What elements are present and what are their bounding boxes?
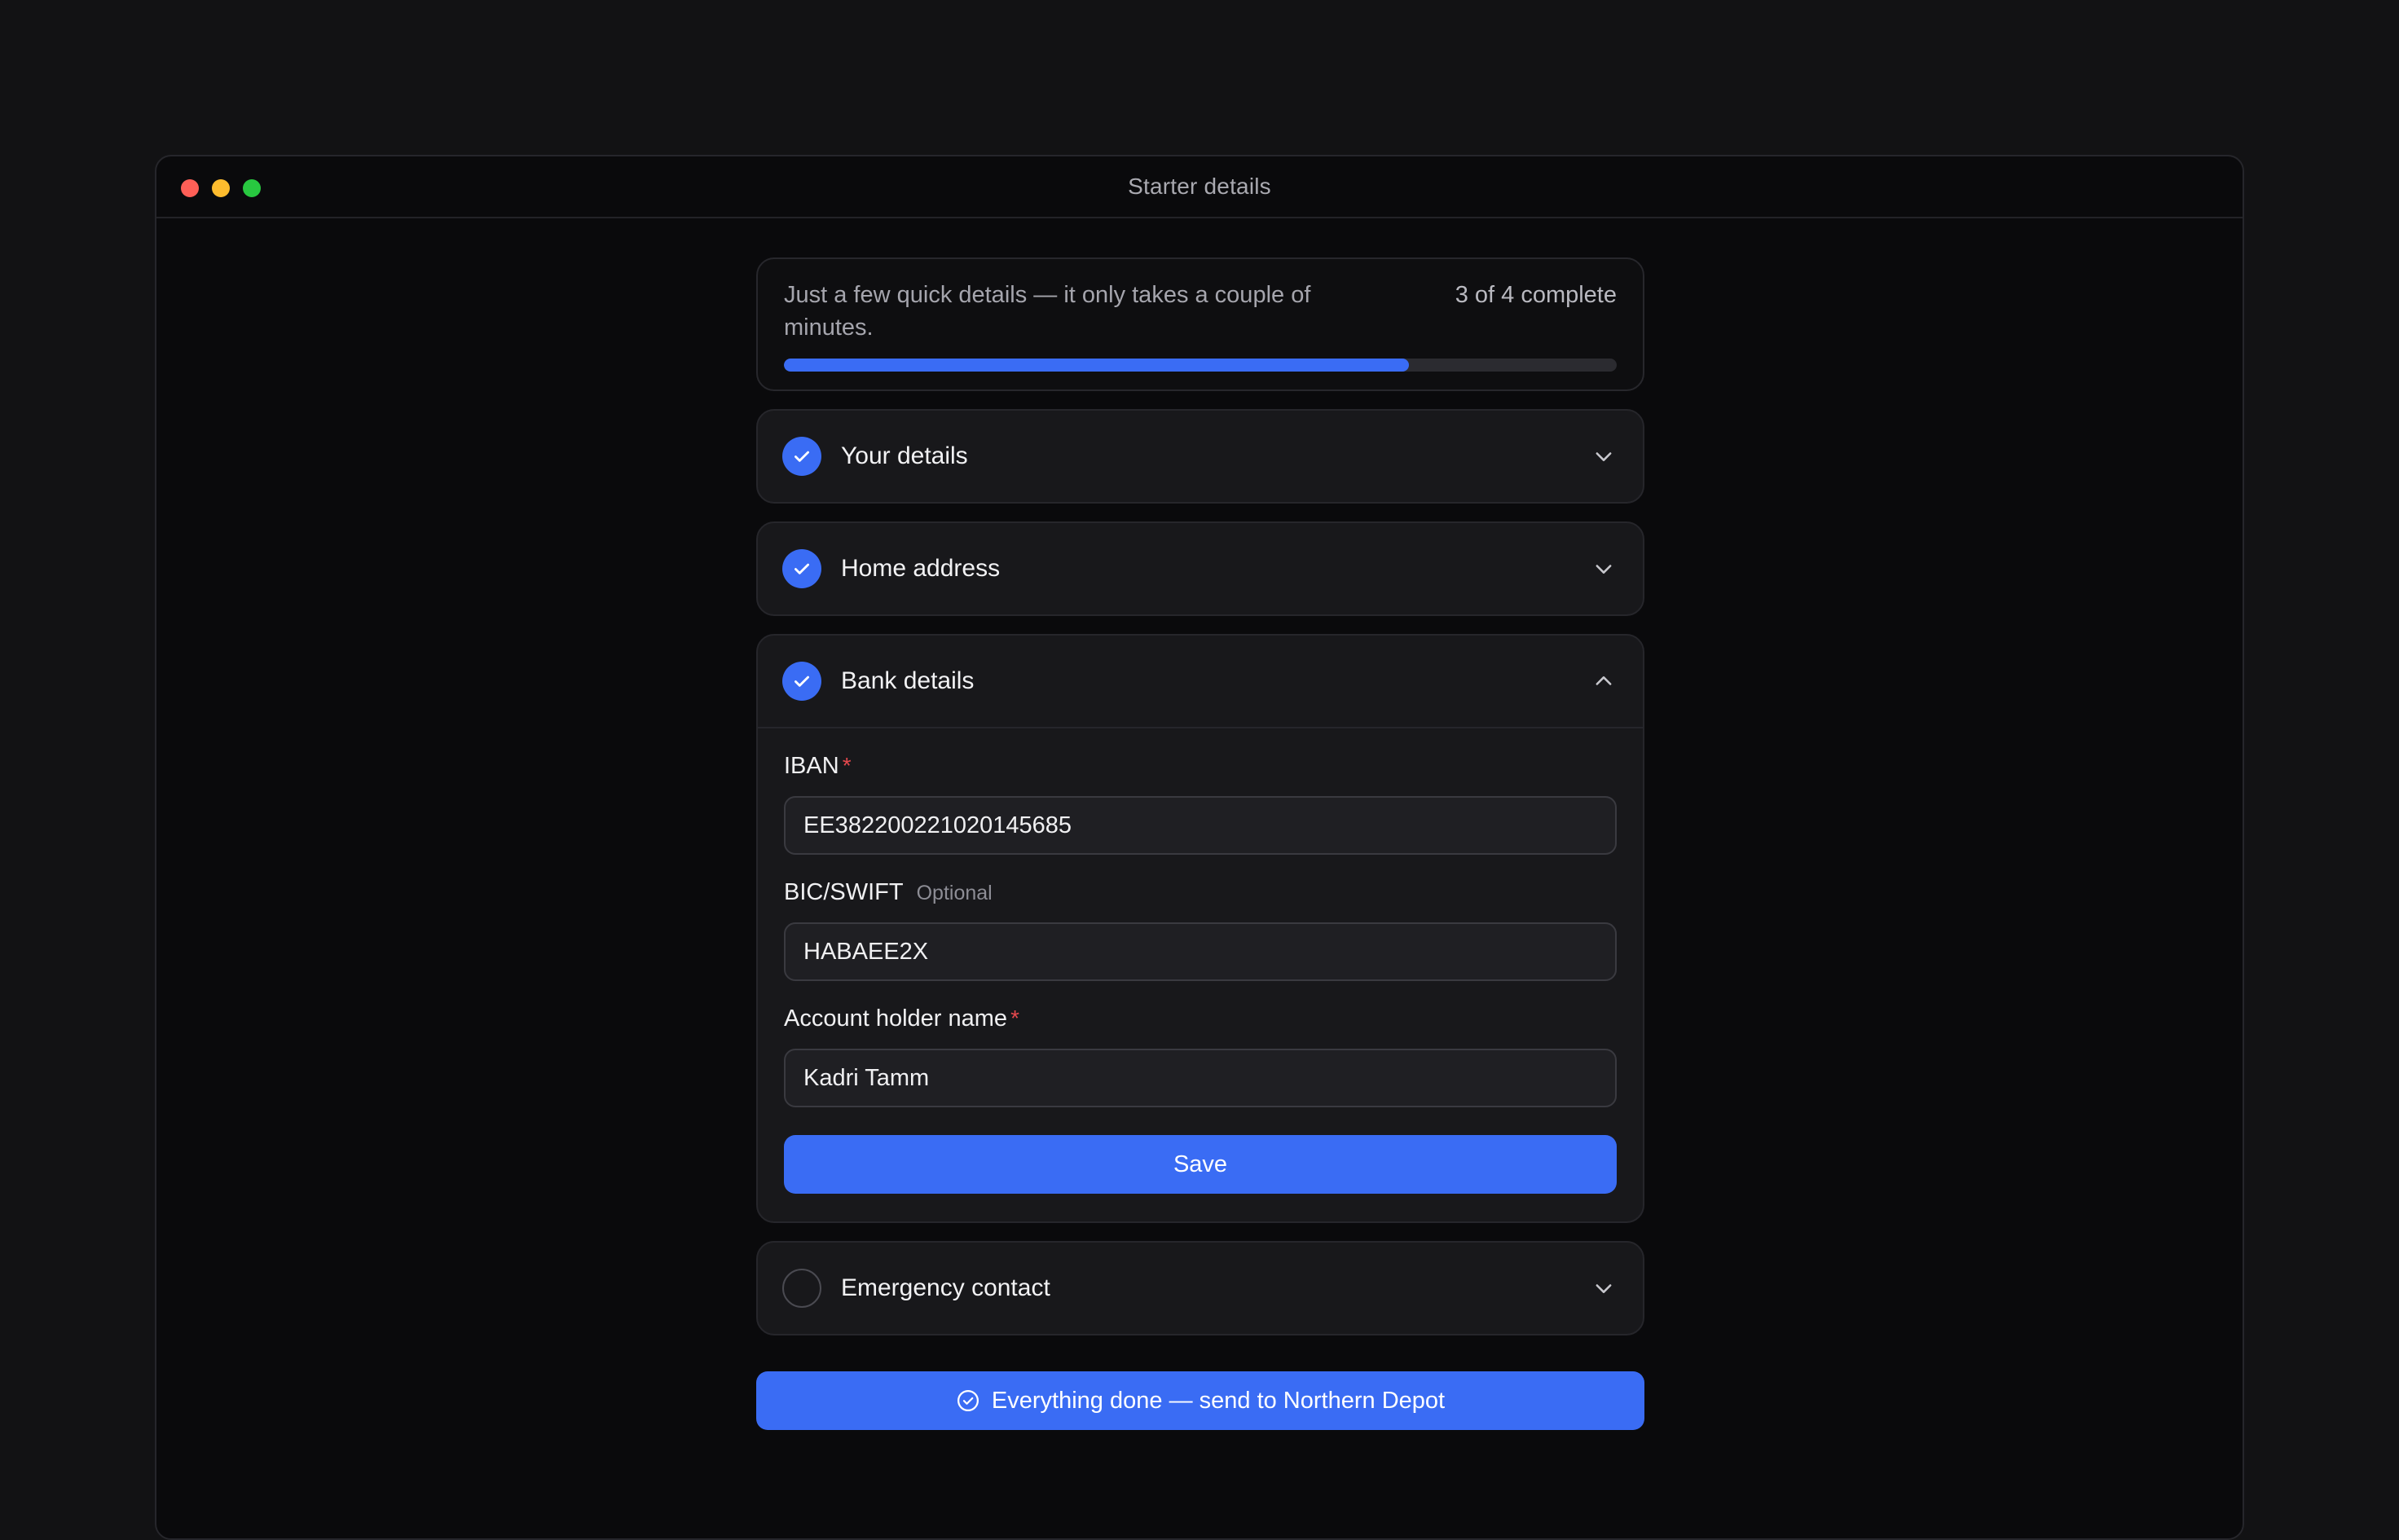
section-title: Bank details xyxy=(841,667,975,694)
section-title: Your details xyxy=(841,442,968,469)
section-header-home-address[interactable]: Home address xyxy=(758,523,1643,614)
progress-bar xyxy=(784,359,1617,372)
check-icon xyxy=(782,662,821,701)
submit-button-label: Everything done — send to Northern Depot xyxy=(991,1387,1446,1414)
section-header-emergency-contact[interactable]: Emergency contact xyxy=(758,1243,1643,1334)
minimize-window-button[interactable] xyxy=(212,179,230,197)
section-header-bank-details[interactable]: Bank details xyxy=(758,636,1643,727)
bank-details-form: IBAN * BIC/SWIFT Optional Account holder… xyxy=(758,727,1643,1221)
app-window: Starter details Just a few quick details… xyxy=(155,155,2244,1540)
check-circle-icon xyxy=(956,1388,980,1413)
account-holder-field-group: Account holder name * xyxy=(784,1005,1617,1107)
section-title: Home address xyxy=(841,555,1001,582)
section-title: Emergency contact xyxy=(841,1274,1050,1301)
bic-field-group: BIC/SWIFT Optional xyxy=(784,879,1617,981)
bic-input[interactable] xyxy=(784,922,1617,981)
section-home-address: Home address xyxy=(756,521,1644,616)
required-marker: * xyxy=(842,753,852,778)
save-button[interactable]: Save xyxy=(784,1135,1617,1194)
iban-input[interactable] xyxy=(784,796,1617,855)
title-bar: Starter details xyxy=(156,156,2243,218)
section-header-your-details[interactable]: Your details xyxy=(758,411,1643,502)
empty-circle-icon xyxy=(782,1269,821,1308)
progress-count: 3 of 4 complete xyxy=(1455,282,1617,308)
section-emergency-contact: Emergency contact xyxy=(756,1241,1644,1335)
maximize-window-button[interactable] xyxy=(243,179,261,197)
close-window-button[interactable] xyxy=(181,179,199,197)
progress-message: Just a few quick details — it only takes… xyxy=(784,282,1311,341)
check-icon xyxy=(782,549,821,588)
chevron-down-icon[interactable] xyxy=(1589,554,1618,583)
account-holder-label: Account holder name * xyxy=(784,1005,1019,1032)
chevron-down-icon[interactable] xyxy=(1589,1274,1618,1303)
check-icon xyxy=(782,437,821,476)
section-your-details: Your details xyxy=(756,409,1644,504)
progress-bar-fill xyxy=(784,359,1409,372)
window-controls xyxy=(181,179,261,197)
onboarding-form: Just a few quick details — it only takes… xyxy=(756,257,1644,1430)
iban-field-group: IBAN * xyxy=(784,753,1617,855)
submit-button[interactable]: Everything done — send to Northern Depot xyxy=(756,1371,1644,1430)
iban-label: IBAN * xyxy=(784,753,852,779)
required-marker: * xyxy=(1010,1005,1019,1031)
account-holder-input[interactable] xyxy=(784,1049,1617,1107)
section-bank-details: Bank details IBAN * BIC/SWIFT Optional xyxy=(756,634,1644,1223)
chevron-down-icon[interactable] xyxy=(1589,442,1618,471)
bic-label: BIC/SWIFT Optional xyxy=(784,879,993,905)
progress-card: Just a few quick details — it only takes… xyxy=(756,257,1644,391)
optional-tag: Optional xyxy=(916,882,993,904)
window-title: Starter details xyxy=(1128,174,1271,199)
chevron-up-icon[interactable] xyxy=(1589,667,1618,696)
